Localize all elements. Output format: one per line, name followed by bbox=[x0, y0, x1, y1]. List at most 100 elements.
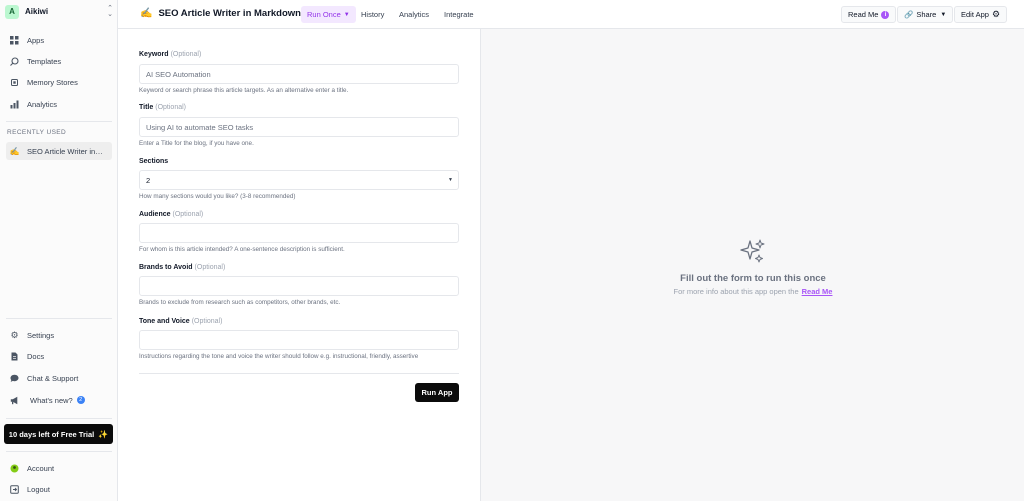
optional-tag: (Optional) bbox=[191, 318, 223, 325]
read-me-link[interactable]: Read Me bbox=[802, 287, 833, 296]
trial-text: 10 days left of Free Trial bbox=[8, 429, 95, 439]
sidebar-item-recent-app[interactable]: ✍ SEO Article Writer in… bbox=[6, 142, 112, 160]
sections-select[interactable]: 2 ▼ bbox=[139, 170, 459, 190]
sidebar-item-templates[interactable]: Templates bbox=[6, 52, 112, 70]
sidebar-item-label: Chat & Support bbox=[27, 373, 79, 383]
sidebar-item-label: Apps bbox=[27, 35, 45, 45]
memory-icon bbox=[10, 78, 19, 87]
sidebar-item-label: Memory Stores bbox=[27, 77, 78, 87]
button-label: Read Me bbox=[848, 10, 879, 19]
free-trial-banner[interactable]: 10 days left of Free Trial ✨ bbox=[4, 424, 113, 444]
keyword-help: Keyword or search phrase this article ta… bbox=[139, 87, 349, 94]
audience-input[interactable] bbox=[139, 223, 459, 243]
tab-analytics[interactable]: Analytics bbox=[393, 6, 435, 23]
sidebar-divider bbox=[6, 451, 112, 452]
field-label-brands-to-avoid: Brands to Avoid (Optional) bbox=[139, 264, 225, 271]
input-value: AI SEO Automation bbox=[146, 69, 211, 79]
tone-and-voice-input[interactable] bbox=[139, 330, 459, 350]
gear-icon: ⚙ bbox=[10, 329, 19, 340]
empty-state-subtitle: For more info about this app open the Rea… bbox=[481, 287, 1024, 296]
empty-state-title: Fill out the form to run this once bbox=[680, 273, 826, 284]
info-icon: i bbox=[881, 10, 890, 19]
megaphone-icon bbox=[10, 396, 19, 405]
optional-tag: (Optional) bbox=[172, 211, 204, 218]
form-divider bbox=[139, 373, 459, 374]
sections-help: How many sections would you like? (3-8 r… bbox=[139, 193, 296, 200]
doc-icon bbox=[10, 352, 19, 361]
sidebar-item-analytics[interactable]: Analytics bbox=[6, 95, 112, 113]
tab-label: Run Once bbox=[307, 10, 341, 19]
bar-chart-icon bbox=[10, 100, 19, 109]
search-icon bbox=[10, 56, 19, 66]
label-text: Audience bbox=[139, 211, 171, 218]
title-help: Enter a Title for the blog, if you have … bbox=[139, 140, 254, 147]
tab-label: History bbox=[361, 10, 385, 19]
read-me-button[interactable]: Read Me i bbox=[841, 6, 897, 23]
sidebar-item-chat-support[interactable]: Chat & Support bbox=[6, 369, 112, 387]
label-text: Tone and Voice bbox=[139, 318, 190, 325]
button-label: Share bbox=[916, 10, 937, 19]
sidebar-item-label: What's new? bbox=[30, 395, 73, 405]
sidebar-divider bbox=[6, 121, 112, 122]
select-value: 2 bbox=[146, 175, 151, 185]
label-text: Sections bbox=[139, 158, 169, 165]
workspace-switcher[interactable]: A Aikiwi ⌃ ⌄ bbox=[5, 3, 113, 20]
optional-tag: (Optional) bbox=[194, 264, 226, 271]
brands-to-avoid-input[interactable] bbox=[139, 276, 459, 296]
sidebar-item-label: Analytics bbox=[27, 99, 58, 109]
tone-and-voice-help: Instructions regarding the tone and voic… bbox=[139, 353, 419, 360]
tab-integrate[interactable]: Integrate bbox=[438, 6, 480, 23]
sidebar-item-settings[interactable]: ⚙ Settings bbox=[6, 326, 112, 344]
workspace-name: Aikiwi bbox=[25, 7, 49, 16]
optional-tag: (Optional) bbox=[155, 104, 186, 111]
link-icon: 🔗 bbox=[904, 10, 914, 19]
brands-to-avoid-help: Brands to exclude from research such as … bbox=[139, 299, 341, 306]
output-panel: Fill out the form to run this once For m… bbox=[480, 29, 1024, 501]
audience-help: For whom is this article intended? A one… bbox=[139, 246, 345, 253]
sidebar-item-docs[interactable]: Docs bbox=[6, 347, 112, 365]
subtitle-text: For more info about this app open the bbox=[673, 287, 799, 296]
tab-label: Analytics bbox=[399, 10, 430, 19]
button-label: Edit App bbox=[961, 10, 989, 19]
recently-used-heading: RECENTLY USED bbox=[7, 129, 67, 136]
field-label-title: Title (Optional) bbox=[139, 104, 186, 111]
whats-new-badge: 2 bbox=[76, 396, 85, 404]
sidebar-item-label: Docs bbox=[27, 351, 45, 361]
edit-app-button[interactable]: Edit App ⚙ bbox=[954, 6, 1008, 23]
optional-tag: (Optional) bbox=[170, 51, 202, 58]
gear-icon: ⚙ bbox=[991, 9, 1001, 19]
sidebar-item-memory-stores[interactable]: Memory Stores bbox=[6, 73, 112, 91]
run-form: Keyword (Optional) AI SEO Automation Keyw… bbox=[118, 29, 480, 501]
sidebar-item-account[interactable]: Account bbox=[6, 459, 112, 477]
sidebar-item-apps[interactable]: Apps bbox=[6, 31, 112, 49]
sidebar-item-whats-new[interactable]: What's new? 2 bbox=[6, 391, 112, 409]
label-text: Title bbox=[139, 104, 154, 111]
app-title-text: SEO Article Writer in Markdown bbox=[158, 8, 301, 19]
share-button[interactable]: 🔗 Share ▼ bbox=[897, 6, 954, 23]
sparkle-icon: ✨ bbox=[98, 429, 109, 439]
sparkles-icon bbox=[740, 239, 765, 263]
sidebar-item-logout[interactable]: Logout bbox=[6, 480, 112, 498]
run-app-button[interactable]: Run App bbox=[415, 383, 459, 402]
writing-hand-icon: ✍ bbox=[9, 146, 20, 156]
keyword-input[interactable]: AI SEO Automation bbox=[139, 64, 459, 84]
sidebar-divider bbox=[6, 318, 112, 319]
field-label-keyword: Keyword (Optional) bbox=[139, 51, 201, 58]
field-label-sections: Sections bbox=[139, 158, 168, 165]
account-icon bbox=[10, 464, 19, 473]
sidebar-item-label: SEO Article Writer in… bbox=[27, 146, 103, 156]
workspace-avatar: A bbox=[5, 4, 19, 19]
tab-history[interactable]: History bbox=[355, 6, 390, 23]
title-input[interactable]: Using AI to automate SEO tasks bbox=[139, 117, 459, 137]
sidebar: A Aikiwi ⌃ ⌄ Apps Templates Memory Stores… bbox=[0, 0, 118, 501]
apps-icon bbox=[10, 35, 19, 45]
sidebar-item-label: Account bbox=[27, 463, 55, 473]
field-label-tone-and-voice: Tone and Voice (Optional) bbox=[139, 318, 222, 325]
sidebar-item-label: Templates bbox=[27, 56, 62, 66]
sidebar-item-label: Settings bbox=[27, 330, 55, 340]
label-text: Brands to Avoid bbox=[139, 264, 193, 271]
caret-down-icon: ▼ bbox=[448, 177, 453, 183]
tab-run-once[interactable]: Run Once ▼ bbox=[301, 6, 356, 23]
logout-icon bbox=[10, 484, 19, 494]
sidebar-divider bbox=[6, 418, 112, 419]
